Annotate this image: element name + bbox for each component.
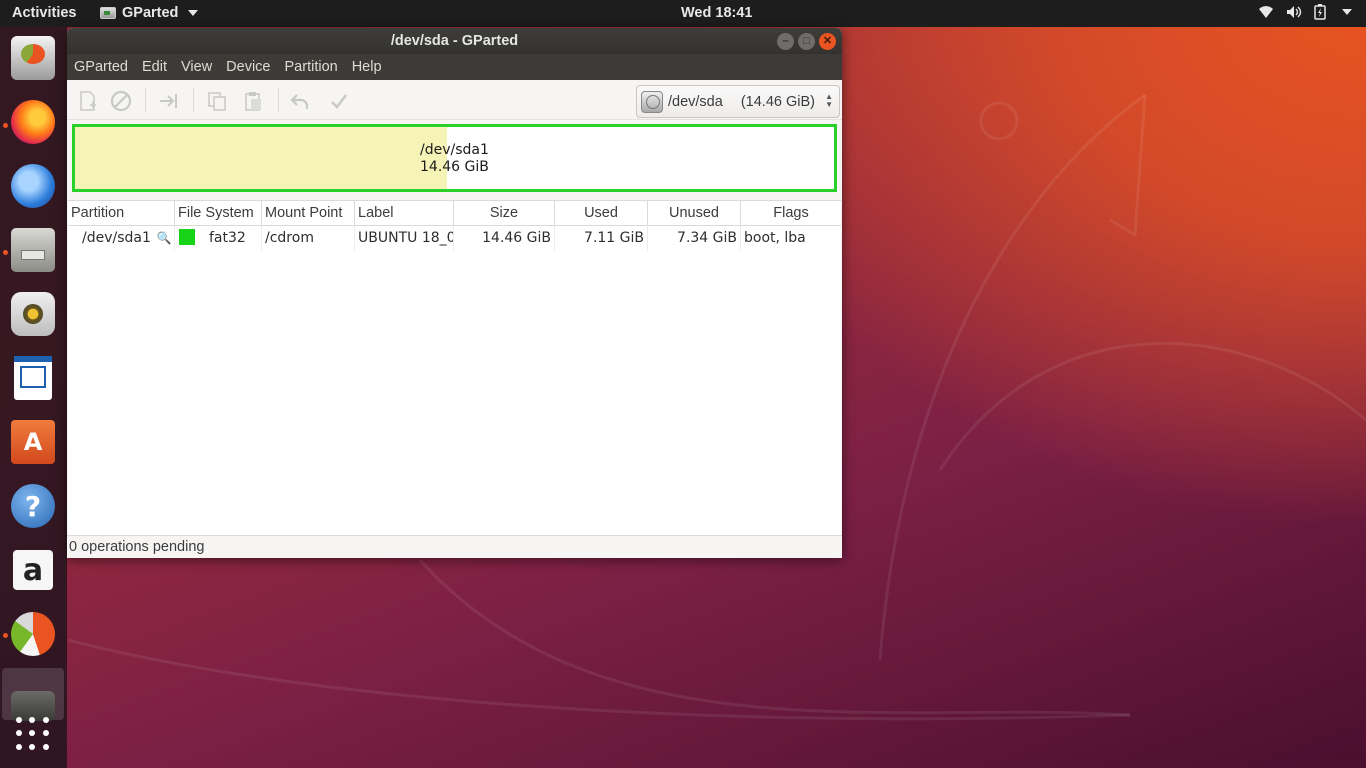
partition-name: /dev/sda1 <box>82 230 151 246</box>
activities-button[interactable]: Activities <box>12 5 76 21</box>
cell-filesystem: fat32 <box>175 226 262 251</box>
col-partition[interactable]: Partition <box>68 201 175 226</box>
dock-item-chart[interactable] <box>8 609 58 659</box>
paste-icon[interactable] <box>242 90 264 112</box>
table-row[interactable]: /dev/sda1 🔍 fat32 /cdrom UBUNTU 18_0 14.4… <box>68 226 841 251</box>
device-name: /dev/sda <box>668 93 723 110</box>
dock-item-writer[interactable] <box>8 353 58 403</box>
system-tray[interactable] <box>1258 4 1352 20</box>
system-menu-chevron-icon <box>1342 9 1352 15</box>
gparted-launcher-icon <box>11 36 55 80</box>
col-size[interactable]: Size <box>454 201 555 226</box>
disk-map-partition: /dev/sda1 <box>420 142 489 158</box>
files-icon <box>11 228 55 272</box>
col-unused[interactable]: Unused <box>648 201 741 226</box>
clock[interactable]: Wed 18:41 <box>681 5 752 21</box>
dock-item-rhythmbox[interactable] <box>8 289 58 339</box>
menu-help[interactable]: Help <box>352 59 389 75</box>
disk-map-size: 14.46 GiB <box>420 159 489 175</box>
volume-icon <box>1287 6 1302 18</box>
cell-partition: /dev/sda1 🔍 <box>68 226 175 251</box>
col-label[interactable]: Label <box>355 201 454 226</box>
cell-unused: 7.34 GiB <box>648 226 741 251</box>
copy-icon[interactable] <box>206 90 228 112</box>
gparted-small-icon <box>100 7 116 19</box>
col-mount-point[interactable]: Mount Point <box>262 201 355 226</box>
menu-bar: GParted Edit View Device Partition Help <box>67 54 842 80</box>
key-icon: 🔍 <box>156 231 172 245</box>
table-header: Partition File System Mount Point Label … <box>68 201 841 226</box>
col-flags[interactable]: Flags <box>741 201 841 226</box>
cell-used: 7.11 GiB <box>555 226 648 251</box>
apply-icon[interactable] <box>328 90 350 112</box>
cell-size: 14.46 GiB <box>454 226 555 251</box>
window-title: /dev/sda - GParted <box>390 33 519 49</box>
battery-icon <box>1314 4 1326 20</box>
minimize-icon[interactable]: – <box>777 33 794 50</box>
device-size: (14.46 GiB) <box>740 93 815 110</box>
app-menu[interactable]: GParted <box>100 5 199 21</box>
cell-flags: boot, lba <box>744 230 806 246</box>
menu-view[interactable]: View <box>181 59 219 75</box>
menu-device[interactable]: Device <box>226 59 277 75</box>
dock-item-thunderbird[interactable] <box>8 161 58 211</box>
disk-map-label: /dev/sda1 14.46 GiB <box>420 142 489 176</box>
filesystem-name: fat32 <box>209 230 246 246</box>
gparted-window: /dev/sda - GParted – □ ✕ GParted Edit Vi… <box>67 28 842 558</box>
rhythmbox-icon <box>11 292 55 336</box>
col-filesystem[interactable]: File System <box>175 201 262 226</box>
chevron-down-icon <box>188 10 199 16</box>
dock-item-amazon[interactable]: a <box>8 545 58 595</box>
col-used[interactable]: Used <box>555 201 648 226</box>
window-titlebar[interactable]: /dev/sda - GParted – □ ✕ <box>67 28 842 54</box>
partition-table: Partition File System Mount Point Label … <box>68 200 841 535</box>
close-icon[interactable]: ✕ <box>819 33 836 50</box>
device-selector[interactable]: /dev/sda (14.46 GiB) ▲ ▼ <box>636 85 840 118</box>
disk-map[interactable]: /dev/sda1 14.46 GiB <box>72 124 837 192</box>
menu-gparted[interactable]: GParted <box>74 59 135 75</box>
maximize-icon[interactable]: □ <box>798 33 815 50</box>
harddisk-icon <box>641 90 663 113</box>
spin-arrows-icon: ▲ ▼ <box>825 92 833 109</box>
help-icon: ? <box>11 484 55 528</box>
chart-app-icon <box>11 612 55 656</box>
cell-mount-point: /cdrom <box>262 226 355 251</box>
dock-item-gparted[interactable] <box>8 33 58 83</box>
partition-used-area <box>75 127 447 189</box>
libreoffice-writer-icon <box>14 356 52 400</box>
toolbar: /dev/sda (14.46 GiB) ▲ ▼ <box>67 80 842 120</box>
app-menu-label: GParted <box>122 5 179 21</box>
delete-partition-icon[interactable] <box>110 90 132 112</box>
ubuntu-software-icon: A <box>11 420 55 464</box>
dock-item-help[interactable]: ? <box>8 481 58 531</box>
new-partition-icon[interactable] <box>76 90 98 112</box>
dock-item-firefox[interactable] <box>8 97 58 147</box>
thunderbird-icon <box>11 164 55 208</box>
undo-icon[interactable] <box>289 90 311 112</box>
top-bar: Activities GParted Wed 18:41 <box>0 0 1366 27</box>
resize-move-icon[interactable] <box>158 90 180 112</box>
dock-item-gparted-running[interactable] <box>8 670 58 721</box>
amazon-icon: a <box>13 550 53 590</box>
cell-label: UBUNTU 18_0 <box>355 226 454 251</box>
wifi-icon <box>1259 6 1273 18</box>
menu-partition[interactable]: Partition <box>285 59 345 75</box>
status-bar: 0 operations pending <box>67 535 842 558</box>
show-applications-icon[interactable] <box>16 717 50 751</box>
dock-item-software[interactable]: A <box>8 417 58 467</box>
filesystem-color-swatch <box>179 229 195 245</box>
dock: A ? a <box>0 27 67 768</box>
menu-edit[interactable]: Edit <box>142 59 174 75</box>
firefox-icon <box>11 100 55 144</box>
dock-item-files[interactable] <box>8 225 58 275</box>
